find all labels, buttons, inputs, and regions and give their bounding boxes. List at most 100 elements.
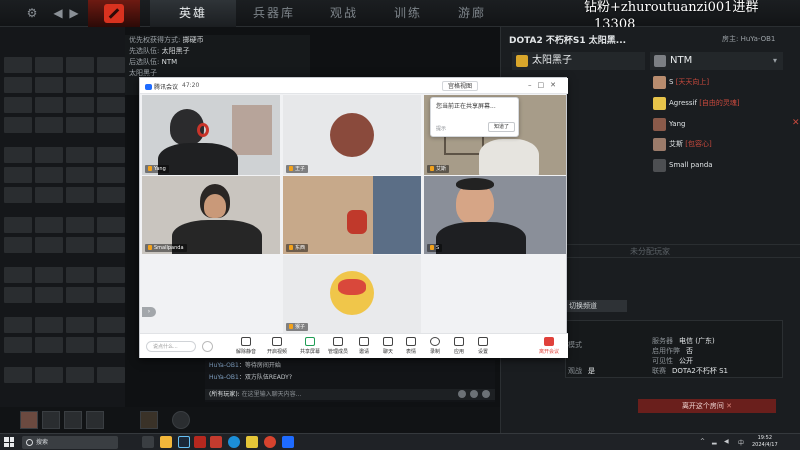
meeting-chat-input[interactable]: 说点什么... [146, 341, 196, 352]
close-icon[interactable]: ✕ [550, 81, 562, 89]
hero-portrait[interactable] [35, 267, 63, 283]
hero-portrait[interactable] [66, 367, 94, 383]
video-tile[interactable]: Smallpanda [142, 176, 280, 254]
emoji-icon[interactable] [458, 390, 466, 398]
kick-player-icon[interactable]: ✕ [792, 118, 800, 128]
edge-icon[interactable] [228, 436, 240, 448]
popup-ok-button[interactable]: 知道了 [488, 122, 515, 132]
player-slot[interactable]: Small panda [653, 158, 713, 173]
view-mode-button[interactable]: 宫格视图 [442, 81, 478, 91]
hero-portrait[interactable] [97, 167, 125, 183]
player-slot[interactable]: Yang [653, 117, 685, 132]
switch-channel-button[interactable]: 切换频道 [565, 300, 627, 312]
hero-portrait[interactable] [66, 287, 94, 303]
hero-portrait[interactable] [66, 187, 94, 203]
hero-portrait[interactable] [4, 77, 32, 93]
hero-portrait[interactable] [97, 337, 125, 353]
hero-portrait[interactable] [35, 217, 63, 233]
chevron-right-icon[interactable]: › [142, 307, 156, 317]
video-tile[interactable]: 猴子 [283, 255, 421, 333]
party-slot[interactable] [86, 411, 104, 429]
hero-portrait[interactable] [4, 267, 32, 283]
settings-icon[interactable] [470, 390, 478, 398]
input-method-icon[interactable]: 中 [738, 438, 744, 447]
hero-portrait[interactable] [97, 77, 125, 93]
hero-portrait[interactable] [4, 317, 32, 333]
hero-portrait[interactable] [97, 267, 125, 283]
hero-portrait[interactable] [97, 367, 125, 383]
volume-icon[interactable]: ◀ [724, 438, 729, 445]
video-tile[interactable]: 东西 [283, 176, 421, 254]
tab-armory[interactable]: 兵器库 [236, 0, 312, 27]
player-slot[interactable]: S [天天向上] [653, 75, 709, 90]
mute-button[interactable]: 解除静音 [229, 337, 263, 355]
hero-portrait[interactable] [4, 287, 32, 303]
hero-portrait[interactable] [35, 77, 63, 93]
task-view-icon[interactable] [142, 436, 154, 448]
hero-portrait[interactable] [97, 287, 125, 303]
steam-icon[interactable] [178, 436, 190, 448]
player-avatar[interactable] [20, 411, 38, 429]
dota-taskbar-icon[interactable] [194, 436, 206, 448]
chat-icon[interactable] [172, 411, 190, 429]
hero-portrait[interactable] [66, 337, 94, 353]
hero-portrait[interactable] [4, 187, 32, 203]
app-icon[interactable] [210, 436, 222, 448]
minimize-icon[interactable]: – [528, 81, 538, 89]
player-slot[interactable]: Agressif [自由的灵魂] [653, 96, 740, 111]
hero-portrait[interactable] [97, 237, 125, 253]
hero-portrait[interactable] [97, 217, 125, 233]
chat-input[interactable]: (所有玩家): 在这里输入聊天内容... [205, 389, 495, 400]
settings-button[interactable]: 设置 [466, 337, 500, 355]
tab-heroes[interactable]: 英雄 [150, 0, 236, 27]
chevron-down-icon[interactable]: ▾ [773, 52, 777, 70]
hero-portrait[interactable] [66, 97, 94, 113]
video-tile[interactable]: S [424, 176, 566, 254]
video-tile[interactable]: 王子 [283, 95, 421, 175]
party-slot[interactable] [64, 411, 82, 429]
leave-meeting-button[interactable]: 离开会议 [538, 337, 560, 355]
hero-portrait[interactable] [4, 367, 32, 383]
hero-portrait[interactable] [66, 317, 94, 333]
forward-icon[interactable]: ▶ [66, 5, 82, 21]
hero-portrait[interactable] [35, 287, 63, 303]
hero-portrait[interactable] [35, 187, 63, 203]
app-icon[interactable] [246, 436, 258, 448]
hero-portrait[interactable] [35, 147, 63, 163]
network-icon[interactable]: ▂ [712, 438, 717, 445]
hero-portrait[interactable] [97, 117, 125, 133]
hero-portrait[interactable] [66, 237, 94, 253]
file-explorer-icon[interactable] [160, 436, 172, 448]
gear-icon[interactable]: ⚙ [24, 5, 40, 21]
hero-portrait[interactable] [97, 57, 125, 73]
back-icon[interactable]: ◀ [50, 5, 66, 21]
hero-portrait[interactable] [35, 237, 63, 253]
hero-portrait[interactable] [97, 187, 125, 203]
hero-portrait[interactable] [4, 97, 32, 113]
hero-portrait[interactable] [35, 317, 63, 333]
video-tile[interactable]: Yang [142, 95, 280, 175]
video-button[interactable]: 开启视频 [260, 337, 294, 355]
hero-portrait[interactable] [35, 167, 63, 183]
hero-portrait[interactable] [35, 337, 63, 353]
hero-portrait[interactable] [4, 147, 32, 163]
hero-portrait[interactable] [97, 147, 125, 163]
maximize-icon[interactable]: □ [538, 81, 551, 89]
taskbar-search[interactable]: 搜索 [22, 436, 118, 449]
hero-portrait[interactable] [35, 367, 63, 383]
menu-icon[interactable] [482, 390, 490, 398]
tab-watch[interactable]: 观战 [312, 0, 376, 27]
taskbar-clock[interactable]: 19:52 2024/4/17 [752, 435, 778, 449]
hero-portrait[interactable] [4, 117, 32, 133]
hero-portrait[interactable] [4, 337, 32, 353]
hero-portrait[interactable] [66, 217, 94, 233]
app-icon[interactable] [264, 436, 276, 448]
hand-raise-icon[interactable] [202, 341, 213, 352]
tab-learn[interactable]: 训练 [376, 0, 440, 27]
hero-portrait[interactable] [66, 147, 94, 163]
tencent-meeting-icon[interactable] [282, 436, 294, 448]
dota-logo[interactable] [88, 0, 140, 27]
hero-portrait[interactable] [4, 57, 32, 73]
hero-portrait[interactable] [66, 117, 94, 133]
hero-portrait[interactable] [97, 97, 125, 113]
